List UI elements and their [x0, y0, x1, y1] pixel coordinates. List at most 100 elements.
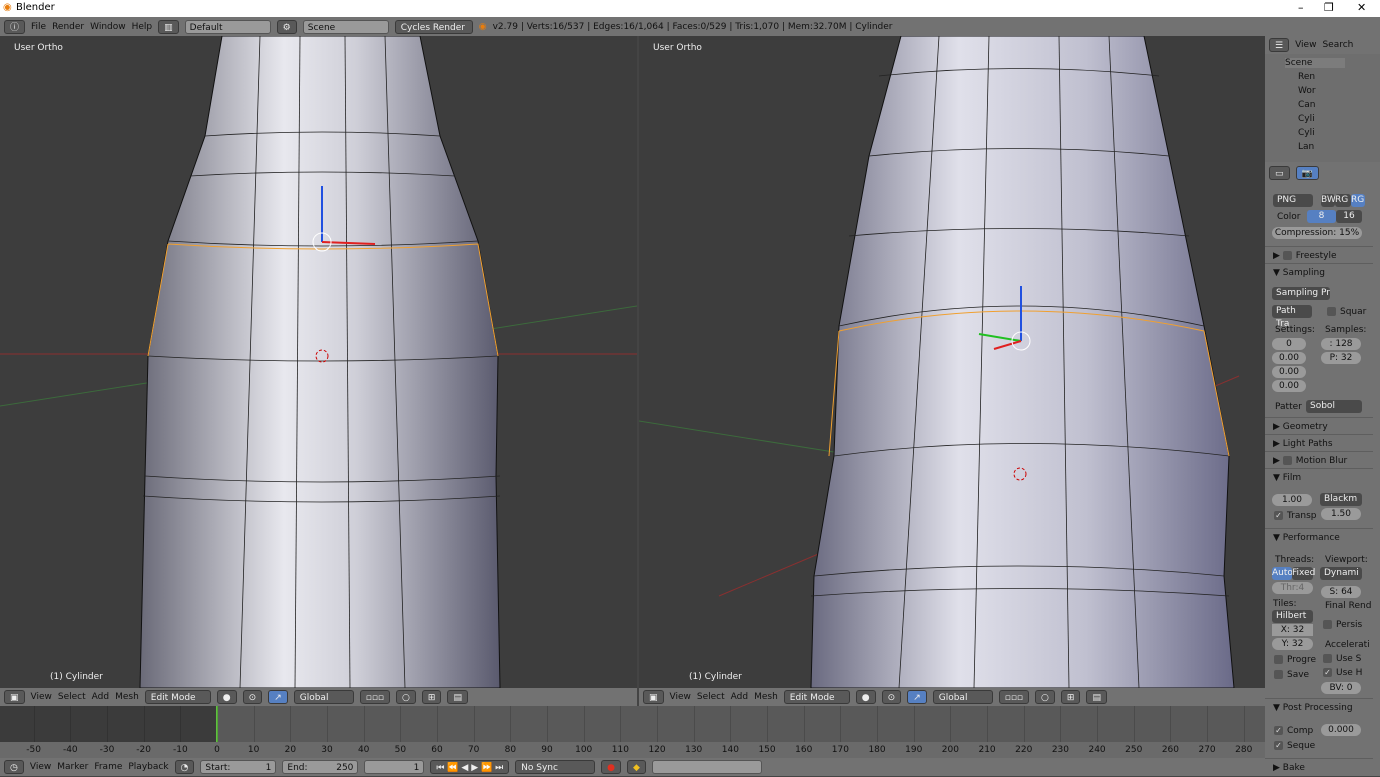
compositing-checkbox[interactable]: ✓ Comp [1274, 726, 1313, 736]
render-icon[interactable]: ▤ [1086, 690, 1107, 704]
light-paths-panel[interactable]: ▶ Light Paths [1265, 434, 1373, 452]
outliner-item-camera[interactable]: Can [1298, 100, 1316, 110]
seed-field[interactable]: 0 [1272, 338, 1306, 350]
render-tab-icon[interactable]: 📷 [1295, 166, 1319, 180]
compression-slider[interactable]: Compression: 15% [1272, 227, 1362, 239]
film-panel[interactable]: ▼ Film [1265, 468, 1373, 486]
outliner-item-world[interactable]: Wor [1298, 86, 1316, 96]
keying-set-field[interactable] [651, 760, 762, 774]
menu-view[interactable]: View [30, 762, 51, 772]
threads-auto[interactable]: Auto- [1272, 567, 1296, 580]
outliner-item-cylinder[interactable]: Cyli [1298, 114, 1315, 124]
motion-blur-panel[interactable]: ▶ Motion Blur [1265, 451, 1373, 469]
menu-select[interactable]: Select [58, 692, 86, 702]
tile-order-select[interactable]: Hilbert [1272, 610, 1313, 623]
menu-help[interactable]: Help [132, 22, 153, 32]
use-spatial-splits-checkbox[interactable]: Use S [1323, 654, 1361, 664]
scene-icon[interactable]: ⚙ [276, 19, 297, 34]
minimize-button[interactable]: – [1298, 1, 1304, 14]
geometry-panel[interactable]: ▶ Geometry [1265, 417, 1373, 435]
menu-mesh[interactable]: Mesh [115, 692, 139, 702]
maximize-button[interactable]: ❐ [1324, 1, 1334, 14]
editor-type-timeline-icon[interactable]: ◷ [4, 760, 24, 774]
editor-type-3d-icon[interactable]: ▣ [4, 690, 25, 704]
square-samples-checkbox[interactable]: Squar [1327, 307, 1366, 317]
persistent-images-checkbox[interactable]: Persis [1323, 620, 1362, 630]
sequencer-checkbox[interactable]: ✓ Seque [1274, 741, 1315, 751]
render-samples-field[interactable]: : 128 [1321, 338, 1361, 350]
depth-16[interactable]: 16 [1336, 210, 1362, 223]
outliner-item-cylinder-2[interactable]: Cyli [1298, 128, 1315, 138]
tile-size-field[interactable]: S: 64 [1321, 586, 1361, 598]
post-processing-panel[interactable]: ▼ Post Processing [1265, 698, 1373, 716]
start-frame-field[interactable]: Start: 1 [200, 760, 277, 774]
preview-samples-field[interactable]: P: 32 [1321, 352, 1361, 364]
threads-fixed[interactable]: Fixed [1292, 567, 1315, 580]
menu-playback[interactable]: Playback [128, 762, 168, 772]
orientation-select[interactable]: Global [293, 690, 354, 704]
transparent-checkbox[interactable]: ✓ Transp [1274, 511, 1317, 521]
viewport-bvh-select[interactable]: Dynami [1320, 567, 1362, 580]
menu-window[interactable]: Window [90, 22, 126, 32]
properties-type-icon[interactable]: ▭ [1269, 166, 1290, 180]
shading-icon[interactable]: ● [216, 690, 237, 704]
freestyle-checkbox[interactable] [1282, 251, 1292, 260]
menu-add[interactable]: Add [92, 692, 109, 702]
end-frame-field[interactable]: End: 250 [282, 760, 359, 774]
scene-field[interactable]: Scene [302, 19, 389, 34]
menu-file[interactable]: File [31, 22, 46, 32]
light-threshold-field[interactable]: 0.00 [1272, 380, 1306, 392]
depth-8[interactable]: 8 [1307, 210, 1336, 223]
file-format-select[interactable]: PNG [1273, 194, 1313, 207]
menu-marker[interactable]: Marker [57, 762, 88, 772]
freestyle-panel[interactable]: ▶ Freestyle [1265, 246, 1373, 264]
snap-icon[interactable]: ⊞ [421, 690, 442, 704]
progressive-refine-checkbox[interactable]: Progre [1274, 655, 1316, 665]
outliner-type-icon[interactable]: ☰ [1269, 38, 1290, 52]
timeline-ruler[interactable]: -50 -40 -30 -20 -10 0 10 20 30 40 50 60 70 80 90 100 110… [0, 742, 1265, 758]
clamp-direct-field[interactable]: 0.00 [1272, 352, 1306, 364]
mode-select[interactable]: Edit Mode [144, 690, 211, 704]
menu-mesh[interactable]: Mesh [754, 692, 778, 702]
layout-icon[interactable]: ▥ [158, 19, 179, 34]
proportional-icon[interactable]: ○ [396, 690, 416, 704]
use-hair-bvh-checkbox[interactable]: ✓ Use H [1323, 668, 1362, 678]
outliner-item-scene[interactable]: Scene [1285, 58, 1345, 68]
tile-y-field[interactable]: Y: 32 [1272, 638, 1313, 650]
bake-panel[interactable]: ▶ Bake [1265, 758, 1373, 776]
pattern-select[interactable]: Sobol [1306, 400, 1362, 413]
dither-field[interactable]: 0.000 [1321, 724, 1361, 736]
render-engine-select[interactable]: Cycles Render [394, 19, 473, 34]
pivot-icon[interactable]: ⊙ [881, 690, 902, 704]
color-bw[interactable]: BW [1321, 194, 1336, 207]
orientation-select[interactable]: Global [932, 690, 993, 704]
color-rgb[interactable]: RG [1335, 194, 1351, 207]
clamp-indirect-field[interactable]: 0.00 [1272, 366, 1306, 378]
motion-blur-checkbox[interactable] [1282, 456, 1292, 465]
bvh-steps-field[interactable]: BV: 0 [1321, 682, 1361, 694]
manipulator-icon[interactable]: ↗ [268, 690, 288, 704]
menu-view[interactable]: View [670, 692, 691, 702]
pivot-icon[interactable]: ⊙ [242, 690, 263, 704]
outliner-view-menu[interactable]: View [1295, 40, 1316, 50]
close-button[interactable]: ✕ [1357, 1, 1366, 14]
menu-render[interactable]: Render [52, 22, 84, 32]
playback-controls[interactable]: ⏮ ⏪ ◀ ▶ ⏩ ⏭ [430, 760, 510, 774]
save-buffers-checkbox[interactable]: Save [1274, 670, 1309, 680]
preview-range-icon[interactable]: ◔ [174, 760, 195, 774]
snap-icon[interactable]: ⊞ [1060, 690, 1081, 704]
editor-type-info-icon[interactable]: ⓘ [4, 19, 26, 34]
menu-view[interactable]: View [31, 692, 52, 702]
sampling-panel[interactable]: ▼ Sampling [1265, 263, 1373, 281]
proportional-icon[interactable]: ○ [1035, 690, 1055, 704]
menu-frame[interactable]: Frame [94, 762, 122, 772]
timeline-area[interactable] [0, 706, 1265, 742]
menu-add[interactable]: Add [731, 692, 748, 702]
keyframe-icon[interactable]: ◆ [627, 760, 646, 774]
color-rgba[interactable]: RG [1351, 194, 1365, 207]
mode-select[interactable]: Edit Mode [783, 690, 850, 704]
performance-panel[interactable]: ▼ Performance [1265, 528, 1373, 546]
integrator-select[interactable]: Path Tra [1272, 305, 1312, 329]
layout-field[interactable]: Default [184, 19, 271, 34]
outliner-search-menu[interactable]: Search [1322, 40, 1353, 50]
